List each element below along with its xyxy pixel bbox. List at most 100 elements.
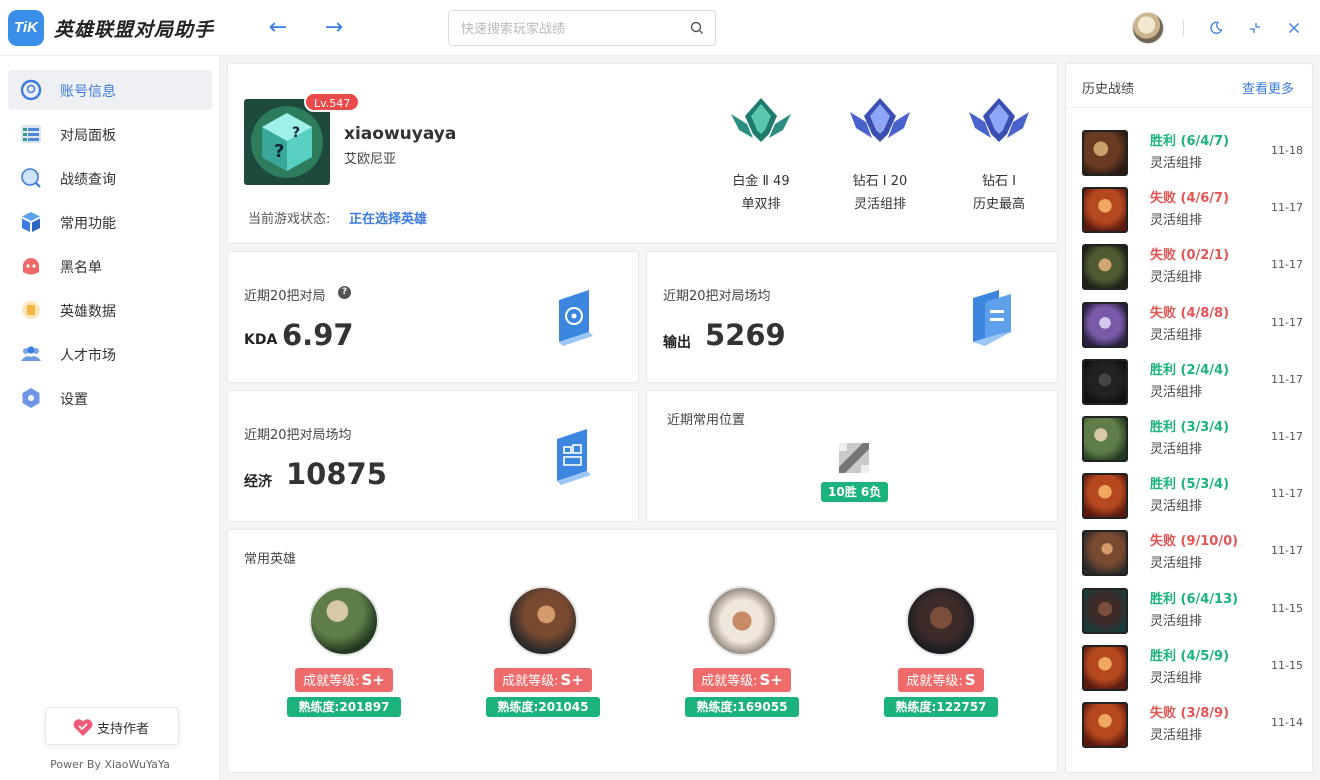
match-result: 失败 (4/8/8) [1150, 305, 1230, 321]
player-name: xiaowuyaya [344, 124, 457, 144]
sidebar-item-record-search[interactable]: 战绩查询 [8, 158, 212, 198]
match-row[interactable]: 失败 (3/8/9) 灵活组排 11-14 [1066, 696, 1312, 752]
match-row[interactable]: 失败 (0/2/1) 灵活组排 11-17 [1066, 238, 1312, 294]
match-mode: 灵活组排 [1150, 556, 1203, 572]
sidebar-item-tools[interactable]: 常用功能 [8, 202, 212, 242]
champion-avatar [707, 586, 777, 656]
sidebar-item-talent-market[interactable]: 人才市场 [8, 334, 212, 374]
match-row[interactable]: 胜利 (2/4/4) 灵活组排 11-17 [1066, 353, 1312, 409]
mastery-badge: 熟练度:169055 [685, 697, 799, 717]
mastery-value: 169055 [737, 700, 788, 714]
mastery-value: 201045 [538, 700, 589, 714]
match-date: 11-17 [1271, 544, 1303, 558]
position-label: 近期常用位置 [667, 413, 746, 428]
sidebar-item-champion-data[interactable]: 英雄数据 [8, 290, 212, 330]
champion-item[interactable]: 成就等级: S+ 熟练度:201897 [279, 586, 409, 717]
champion-item[interactable]: 成就等级: S 熟练度:122757 [876, 586, 1006, 717]
mastery-badge: 熟练度:201897 [287, 697, 401, 717]
match-result: 胜利 (6/4/7) [1150, 134, 1230, 149]
match-result: 胜利 (2/4/4) [1150, 362, 1230, 378]
match-date: 11-17 [1271, 430, 1303, 443]
account-icon [20, 79, 42, 101]
history-title: 历史战绩 [1082, 82, 1135, 97]
user-avatar[interactable] [1132, 12, 1164, 44]
damage-label: 近期20把对局场均 [663, 289, 771, 304]
match-row[interactable]: 胜利 (6/4/13) 灵活组排 11-15 [1066, 582, 1312, 638]
match-mode: 灵活组排 [1150, 327, 1203, 343]
close-icon[interactable] [1282, 16, 1306, 40]
support-author-button[interactable]: 支持作者 [45, 707, 179, 745]
match-result: 失败 (4/6/7) [1150, 191, 1230, 207]
champion-item[interactable]: 成就等级: S+ 熟练度:201045 [478, 586, 608, 717]
match-row[interactable]: 失败 (9/10/0) 灵活组排 11-17 [1066, 524, 1312, 580]
mastery-badge: 熟练度:201045 [486, 697, 600, 717]
layout-stat-icon [557, 429, 591, 485]
app-title: 英雄联盟对局助手 [54, 19, 215, 41]
back-arrow-icon[interactable]: ← [264, 14, 292, 42]
match-row[interactable]: 胜利 (4/5/9) 灵活组排 11-15 [1066, 639, 1312, 695]
kda-label: 近期20把对局 [244, 289, 326, 304]
sidebar-item-label: 设置 [60, 392, 88, 408]
damage-card: 近期20把对局场均 输出 5269 [646, 251, 1058, 383]
gold-label: 近期20把对局场均 [244, 428, 352, 443]
support-label: 支持作者 [97, 722, 150, 737]
match-row[interactable]: 胜利 (5/3/4) 灵活组排 11-17 [1066, 467, 1312, 523]
mastery-badge: 熟练度:122757 [884, 697, 998, 717]
sidebar-item-match-panel[interactable]: 对局面板 [8, 114, 212, 154]
gold-value: 10875 [286, 457, 387, 491]
gold-card: 近期20把对局场均 经济 10875 [227, 390, 639, 522]
rank-solo: 白金 Ⅱ 49 单双排 [711, 94, 811, 212]
achievement-grade: S [964, 671, 976, 689]
position-card: 近期常用位置 10胜 6负 [646, 390, 1058, 522]
achievement-badge: 成就等级: S+ [494, 668, 592, 692]
svg-text:?: ? [274, 141, 284, 162]
mastery-label: 熟练度: [895, 700, 937, 714]
match-history-panel: 历史战绩 查看更多 胜利 (6/4/7) 灵活组排 11-18 失败 (4/6/7) 灵… [1065, 63, 1313, 773]
champion-avatar [309, 586, 379, 656]
match-row[interactable]: 失败 (4/8/8) 灵活组排 11-17 [1066, 296, 1312, 352]
champion-item[interactable]: 成就等级: S+ 熟练度:169055 [677, 586, 807, 717]
champion-portrait [1082, 130, 1128, 176]
rank-flex: 钻石 Ⅰ 20 灵活组排 [830, 94, 930, 212]
match-row[interactable]: 胜利 (6/4/7) 灵活组排 11-18 [1066, 124, 1312, 180]
sidebar-item-settings[interactable]: 设置 [8, 378, 212, 418]
champion-portrait [1082, 473, 1128, 520]
profile-card: ? ? Lv.547 xiaowuyaya 艾欧尼亚 当前游戏状态: 正在选择英… [227, 63, 1058, 244]
view-more-link[interactable]: 查看更多 [1242, 78, 1294, 97]
rank-queue: 单双排 [741, 197, 781, 212]
kda-card: 近期20把对局 ? KDA 6.97 [227, 251, 639, 383]
mastery-value: 122757 [936, 700, 987, 714]
match-date: 11-17 [1271, 372, 1303, 386]
match-mode: 灵活组排 [1150, 213, 1203, 229]
sidebar-item-blacklist[interactable]: 黑名单 [8, 246, 212, 286]
svg-text:?: ? [292, 125, 300, 141]
achievement-badge: 成就等级: S [898, 668, 984, 692]
match-date: 11-18 [1271, 144, 1303, 157]
achievement-grade: S+ [361, 671, 385, 689]
match-result: 胜利 (6/4/13) [1150, 591, 1239, 607]
position-icon [839, 443, 869, 473]
search-icon[interactable] [690, 21, 704, 35]
champion-portrait [1082, 530, 1128, 577]
achievement-grade: S+ [560, 671, 584, 689]
powered-by: Power By XiaoWuYaYa [50, 758, 170, 771]
rank-tier: 钻石 Ⅰ 20 [852, 174, 908, 189]
moon-icon[interactable] [1204, 16, 1228, 40]
minimize-icon[interactable] [1243, 16, 1267, 40]
match-mode: 灵活组排 [1150, 156, 1203, 171]
search-input[interactable] [461, 19, 681, 39]
search-box [448, 10, 716, 46]
sidebar-item-label: 人才市场 [60, 348, 116, 364]
champion-portrait [1082, 301, 1128, 348]
help-icon[interactable]: ? [338, 286, 351, 299]
match-row[interactable]: 失败 (4/6/7) 灵活组排 11-17 [1066, 181, 1312, 237]
match-mode: 灵活组排 [1150, 442, 1203, 457]
talent-market-icon [21, 346, 41, 361]
sidebar-item-label: 对局面板 [60, 128, 116, 144]
match-row[interactable]: 胜利 (3/3/4) 灵活组排 11-17 [1066, 410, 1312, 466]
forward-arrow-icon[interactable]: → [320, 14, 348, 42]
sidebar: 账号信息 对局面板 战绩查询 常用功能 黑名单 英雄数据 人才市场 设置 支持作… [0, 56, 220, 780]
rank-tier: 白金 Ⅱ 49 [732, 174, 790, 189]
sidebar-item-account[interactable]: 账号信息 [8, 70, 212, 110]
champion-portrait [1082, 587, 1128, 634]
